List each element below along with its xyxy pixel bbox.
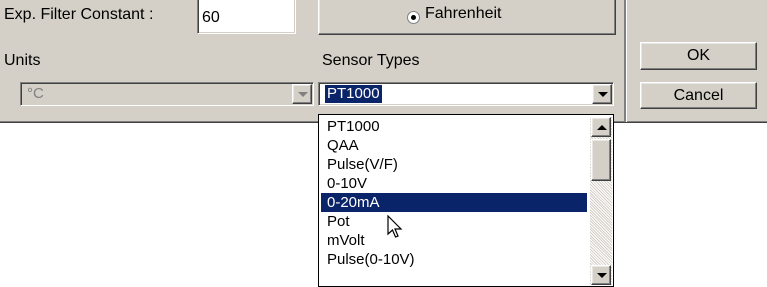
chevron-up-icon (597, 125, 607, 130)
radio-selected-dot (411, 15, 416, 20)
filter-constant-input[interactable]: 60 (197, 0, 296, 34)
mouse-pointer-icon (387, 215, 403, 238)
list-item[interactable]: 0-20mA (321, 193, 587, 212)
list-item[interactable]: Pot (321, 212, 587, 231)
list-item[interactable]: 0-10V (321, 174, 587, 193)
sensor-types-items: PT1000 QAA Pulse(V/F) 0-10V 0-20mA Pot m… (321, 117, 587, 269)
list-item[interactable]: QAA (321, 136, 587, 155)
list-item[interactable]: mVolt (321, 231, 587, 250)
sensor-dropdown-button[interactable] (592, 84, 612, 104)
filter-constant-value: 60 (202, 9, 220, 26)
sensor-settings-dialog: Exp. Filter Constant : 60 Fahrenheit Uni… (0, 0, 767, 123)
chevron-down-icon (597, 273, 607, 278)
list-item[interactable]: PT1000 (321, 117, 587, 136)
chevron-down-icon (598, 92, 608, 97)
fahrenheit-label: Fahrenheit (425, 5, 502, 22)
list-item[interactable]: Pulse(0-10V) (321, 250, 587, 269)
vertical-scrollbar[interactable] (590, 117, 612, 285)
units-label: Units (4, 52, 41, 69)
list-item[interactable]: Pulse(V/F) (321, 155, 587, 174)
units-combo[interactable]: °C (20, 82, 314, 106)
scroll-down-button[interactable] (591, 265, 611, 285)
sensor-type-value: PT1000 (325, 85, 382, 103)
fahrenheit-radio[interactable] (407, 11, 420, 24)
sensor-types-label: Sensor Types (322, 52, 420, 69)
chevron-down-icon (298, 92, 308, 97)
sensor-types-dropdown-list[interactable]: PT1000 QAA Pulse(V/F) 0-10V 0-20mA Pot m… (318, 114, 614, 287)
units-value: °C (27, 85, 44, 102)
temperature-unit-group: Fahrenheit (318, 0, 616, 35)
cancel-button[interactable]: Cancel (640, 82, 757, 109)
scrollbar-thumb[interactable] (591, 139, 611, 181)
units-dropdown-button[interactable] (292, 84, 312, 104)
filter-constant-label: Exp. Filter Constant : (4, 6, 154, 23)
scroll-up-button[interactable] (591, 117, 611, 137)
ok-button[interactable]: OK (640, 42, 757, 70)
divider (624, 0, 627, 122)
sensor-types-combo[interactable]: PT1000 (318, 82, 614, 106)
